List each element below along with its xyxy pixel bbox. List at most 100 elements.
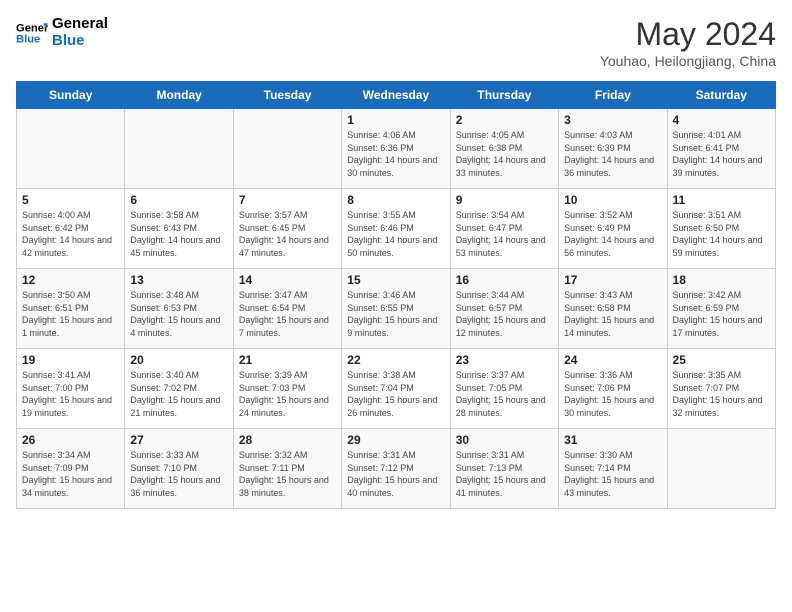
header-thursday: Thursday: [450, 82, 558, 109]
day-number: 27: [130, 433, 227, 447]
header-sunday: Sunday: [17, 82, 125, 109]
day-number: 28: [239, 433, 336, 447]
header-row: SundayMondayTuesdayWednesdayThursdayFrid…: [17, 82, 776, 109]
day-number: 31: [564, 433, 661, 447]
day-number: 5: [22, 193, 119, 207]
day-number: 24: [564, 353, 661, 367]
calendar-week-row: 1 Sunrise: 4:06 AMSunset: 6:36 PMDaylight…: [17, 109, 776, 189]
calendar-cell: 2Sunrise: 4:05 AMSunset: 6:38 PMDaylight…: [450, 109, 558, 189]
calendar-cell: 6 Sunrise: 3:58 AMSunset: 6:43 PMDaylight…: [125, 189, 233, 269]
day-number: 12: [22, 273, 119, 287]
calendar-cell: 12 Sunrise: 3:50 AMSunset: 6:51 PMDayligh…: [17, 269, 125, 349]
calendar-cell: 21 Sunrise: 3:39 AMSunset: 7:03 PMDayligh…: [233, 349, 341, 429]
day-number: 8: [347, 193, 444, 207]
calendar-week-row: 12 Sunrise: 3:50 AMSunset: 6:51 PMDayligh…: [17, 269, 776, 349]
calendar-cell: [17, 109, 125, 189]
calendar-week-row: 5 Sunrise: 4:00 AMSunset: 6:42 PMDaylight…: [17, 189, 776, 269]
calendar-cell: 17Sunrise: 3:43 AMSunset: 6:58 PMDayligh…: [559, 269, 667, 349]
day-number: 1: [347, 113, 444, 127]
calendar-cell: 27 Sunrise: 3:33 AMSunset: 7:10 PMDayligh…: [125, 429, 233, 509]
cell-info: Sunrise: 4:06 AMSunset: 6:36 PMDaylight:…: [347, 129, 444, 179]
header-tuesday: Tuesday: [233, 82, 341, 109]
cell-info: Sunrise: 3:31 AMSunset: 7:12 PMDaylight:…: [347, 449, 444, 499]
calendar-cell: 9Sunrise: 3:54 AMSunset: 6:47 PMDaylight…: [450, 189, 558, 269]
cell-info: Sunrise: 3:34 AMSunset: 7:09 PMDaylight:…: [22, 449, 119, 499]
cell-info: Sunrise: 3:52 AMSunset: 6:49 PMDaylight:…: [564, 209, 661, 259]
calendar-cell: 4Sunrise: 4:01 AMSunset: 6:41 PMDaylight…: [667, 109, 775, 189]
day-number: 19: [22, 353, 119, 367]
calendar-week-row: 19 Sunrise: 3:41 AMSunset: 7:00 PMDayligh…: [17, 349, 776, 429]
header-monday: Monday: [125, 82, 233, 109]
day-number: 9: [456, 193, 553, 207]
cell-info: Sunrise: 3:40 AMSunset: 7:02 PMDaylight:…: [130, 369, 227, 419]
logo-icon: General Blue: [16, 17, 48, 49]
calendar-cell: 8 Sunrise: 3:55 AMSunset: 6:46 PMDaylight…: [342, 189, 450, 269]
header-friday: Friday: [559, 82, 667, 109]
cell-info: Sunrise: 3:38 AMSunset: 7:04 PMDaylight:…: [347, 369, 444, 419]
day-number: 21: [239, 353, 336, 367]
cell-info: Sunrise: 3:57 AMSunset: 6:45 PMDaylight:…: [239, 209, 336, 259]
day-number: 26: [22, 433, 119, 447]
calendar-cell: 30Sunrise: 3:31 AMSunset: 7:13 PMDayligh…: [450, 429, 558, 509]
calendar-cell: 19 Sunrise: 3:41 AMSunset: 7:00 PMDayligh…: [17, 349, 125, 429]
header-saturday: Saturday: [667, 82, 775, 109]
day-number: 10: [564, 193, 661, 207]
cell-info: Sunrise: 3:48 AMSunset: 6:53 PMDaylight:…: [130, 289, 227, 339]
calendar-cell: [233, 109, 341, 189]
title-block: May 2024 Youhao, Heilongjiang, China: [600, 16, 776, 69]
calendar-cell: 13 Sunrise: 3:48 AMSunset: 6:53 PMDayligh…: [125, 269, 233, 349]
cell-info: Sunrise: 3:46 AMSunset: 6:55 PMDaylight:…: [347, 289, 444, 339]
day-number: 16: [456, 273, 553, 287]
cell-info: Sunrise: 3:35 AMSunset: 7:07 PMDaylight:…: [673, 369, 770, 419]
calendar-cell: [125, 109, 233, 189]
month-title: May 2024: [600, 16, 776, 53]
cell-info: Sunrise: 3:30 AMSunset: 7:14 PMDaylight:…: [564, 449, 661, 499]
calendar-cell: 24 Sunrise: 3:36 AMSunset: 7:06 PMDayligh…: [559, 349, 667, 429]
calendar-cell: 25 Sunrise: 3:35 AMSunset: 7:07 PMDayligh…: [667, 349, 775, 429]
calendar-cell: 11 Sunrise: 3:51 AMSunset: 6:50 PMDayligh…: [667, 189, 775, 269]
location: Youhao, Heilongjiang, China: [600, 53, 776, 69]
calendar-cell: 23 Sunrise: 3:37 AMSunset: 7:05 PMDayligh…: [450, 349, 558, 429]
cell-info: Sunrise: 3:51 AMSunset: 6:50 PMDaylight:…: [673, 209, 770, 259]
cell-info: Sunrise: 3:47 AMSunset: 6:54 PMDaylight:…: [239, 289, 336, 339]
day-number: 25: [673, 353, 770, 367]
day-number: 3: [564, 113, 661, 127]
cell-info: Sunrise: 3:33 AMSunset: 7:10 PMDaylight:…: [130, 449, 227, 499]
calendar-week-row: 26 Sunrise: 3:34 AMSunset: 7:09 PMDayligh…: [17, 429, 776, 509]
cell-info: Sunrise: 3:55 AMSunset: 6:46 PMDaylight:…: [347, 209, 444, 259]
day-number: 13: [130, 273, 227, 287]
day-number: 22: [347, 353, 444, 367]
day-number: 7: [239, 193, 336, 207]
svg-text:General: General: [16, 22, 48, 34]
calendar-cell: 10 Sunrise: 3:52 AMSunset: 6:49 PMDayligh…: [559, 189, 667, 269]
cell-info: Sunrise: 3:31 AMSunset: 7:13 PMDaylight:…: [456, 449, 553, 499]
cell-info: Sunrise: 4:00 AMSunset: 6:42 PMDaylight:…: [22, 209, 119, 259]
calendar-cell: 26 Sunrise: 3:34 AMSunset: 7:09 PMDayligh…: [17, 429, 125, 509]
calendar-cell: 22 Sunrise: 3:38 AMSunset: 7:04 PMDayligh…: [342, 349, 450, 429]
calendar-cell: 14 Sunrise: 3:47 AMSunset: 6:54 PMDayligh…: [233, 269, 341, 349]
day-number: 14: [239, 273, 336, 287]
day-number: 11: [673, 193, 770, 207]
calendar-cell: 5 Sunrise: 4:00 AMSunset: 6:42 PMDaylight…: [17, 189, 125, 269]
day-number: 6: [130, 193, 227, 207]
cell-info: Sunrise: 3:37 AMSunset: 7:05 PMDaylight:…: [456, 369, 553, 419]
calendar-cell: 16 Sunrise: 3:44 AMSunset: 6:57 PMDayligh…: [450, 269, 558, 349]
calendar-cell: 15 Sunrise: 3:46 AMSunset: 6:55 PMDayligh…: [342, 269, 450, 349]
cell-info: Sunrise: 3:44 AMSunset: 6:57 PMDaylight:…: [456, 289, 553, 339]
day-number: 29: [347, 433, 444, 447]
day-number: 23: [456, 353, 553, 367]
calendar-cell: 3Sunrise: 4:03 AMSunset: 6:39 PMDaylight…: [559, 109, 667, 189]
day-number: 4: [673, 113, 770, 127]
day-number: 2: [456, 113, 553, 127]
header-wednesday: Wednesday: [342, 82, 450, 109]
cell-info: Sunrise: 3:50 AMSunset: 6:51 PMDaylight:…: [22, 289, 119, 339]
cell-info: Sunrise: 3:42 AMSunset: 6:59 PMDaylight:…: [673, 289, 770, 339]
cell-info: Sunrise: 3:41 AMSunset: 7:00 PMDaylight:…: [22, 369, 119, 419]
calendar-cell: 29 Sunrise: 3:31 AMSunset: 7:12 PMDayligh…: [342, 429, 450, 509]
cell-info: Sunrise: 3:39 AMSunset: 7:03 PMDaylight:…: [239, 369, 336, 419]
cell-info: Sunrise: 3:58 AMSunset: 6:43 PMDaylight:…: [130, 209, 227, 259]
cell-info: Sunrise: 3:32 AMSunset: 7:11 PMDaylight:…: [239, 449, 336, 499]
cell-info: Sunrise: 3:36 AMSunset: 7:06 PMDaylight:…: [564, 369, 661, 419]
day-number: 15: [347, 273, 444, 287]
logo-line2: Blue: [52, 33, 108, 50]
